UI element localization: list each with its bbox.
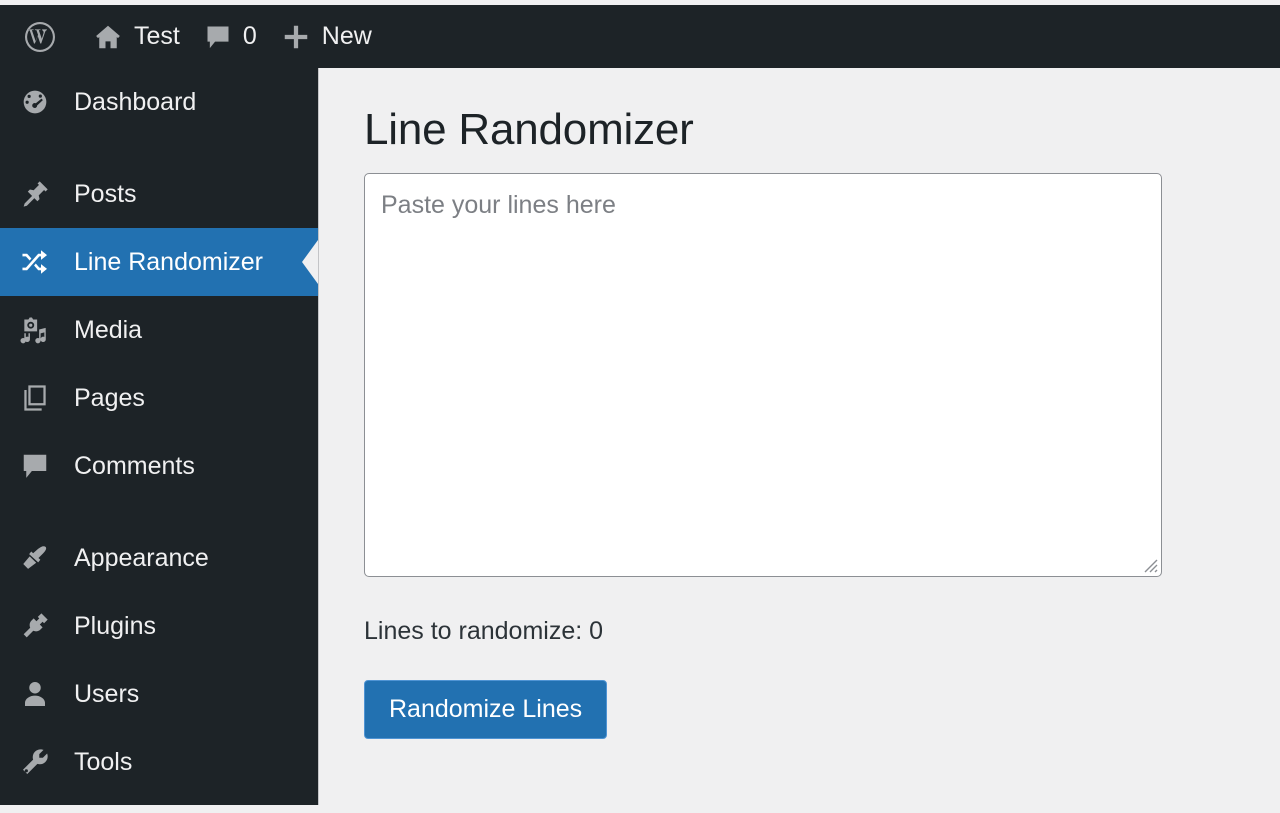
page-title: Line Randomizer: [364, 105, 694, 154]
sidebar-item-dashboard-label: Dashboard: [74, 87, 197, 116]
randomize-lines-button[interactable]: Randomize Lines: [364, 680, 608, 739]
sidebar-item-comments[interactable]: Comments: [0, 432, 318, 500]
sidebar-item-comments-label: Comments: [74, 451, 195, 480]
sidebar-item-plugins-label: Plugins: [74, 611, 156, 640]
shuffle-icon: [16, 243, 54, 281]
sidebar-item-appearance[interactable]: Appearance: [0, 524, 318, 592]
wordpress-logo-icon: [22, 19, 58, 55]
sidebar-item-line-randomizer[interactable]: Line Randomizer: [0, 228, 318, 296]
admin-sidebar-menu: Dashboard Posts Line Randomizer Media Pa…: [0, 68, 318, 805]
sidebar-item-dashboard[interactable]: Dashboard: [0, 68, 318, 136]
lines-count-label: Lines to randomize: 0: [364, 617, 604, 645]
wordpress-admin-screen: Test 0 New Dashboard Posts Line Randomiz…: [0, 0, 1280, 813]
sidebar-item-pages[interactable]: Pages: [0, 364, 318, 432]
sidebar-item-posts[interactable]: Posts: [0, 160, 318, 228]
admin-bar-new-label: New: [321, 22, 372, 50]
pin-icon: [16, 175, 54, 213]
admin-bar-site-label: Test: [134, 22, 180, 50]
sidebar-separator: [0, 136, 318, 160]
plus-icon: [281, 22, 311, 52]
sidebar-item-media-label: Media: [74, 315, 143, 344]
home-icon: [93, 22, 123, 52]
main-content-area: Line Randomizer Lines to randomize: 0 Ra…: [318, 68, 1280, 813]
sidebar-item-users-label: Users: [74, 679, 140, 708]
current-menu-arrow-icon: [302, 240, 318, 284]
sidebar-item-line-randomizer-label: Line Randomizer: [74, 247, 263, 276]
admin-bar: Test 0 New: [0, 5, 1280, 68]
wrench-icon: [16, 743, 54, 781]
admin-bar-comments[interactable]: 0: [192, 5, 269, 68]
dashboard-gauge-icon: [16, 83, 54, 121]
sidebar-item-tools-label: Tools: [74, 747, 133, 776]
sidebar-item-posts-label: Posts: [74, 179, 137, 208]
sidebar-separator: [0, 500, 318, 524]
sidebar-item-tools[interactable]: Tools: [0, 728, 318, 796]
camera-music-icon: [16, 311, 54, 349]
admin-bar-wordpress-logo[interactable]: [10, 5, 81, 68]
sidebar-item-pages-label: Pages: [74, 383, 145, 412]
comment-bubble-icon: [204, 23, 232, 51]
bottom-edge-strip: [0, 805, 1280, 813]
lines-input-textarea[interactable]: [364, 173, 1162, 577]
sidebar-item-users[interactable]: Users: [0, 660, 318, 728]
sidebar-item-plugins[interactable]: Plugins: [0, 592, 318, 660]
plug-icon: [16, 607, 54, 645]
sidebar-item-media[interactable]: Media: [0, 296, 318, 364]
sidebar-item-appearance-label: Appearance: [74, 543, 209, 572]
admin-bar-new-content[interactable]: New: [269, 5, 384, 68]
admin-bar-comment-count: 0: [242, 22, 257, 50]
paintbrush-icon: [16, 539, 54, 577]
admin-bar-site-name[interactable]: Test: [81, 5, 192, 68]
user-icon: [16, 675, 54, 713]
comment-bubble-icon: [16, 447, 54, 485]
pages-icon: [16, 379, 54, 417]
